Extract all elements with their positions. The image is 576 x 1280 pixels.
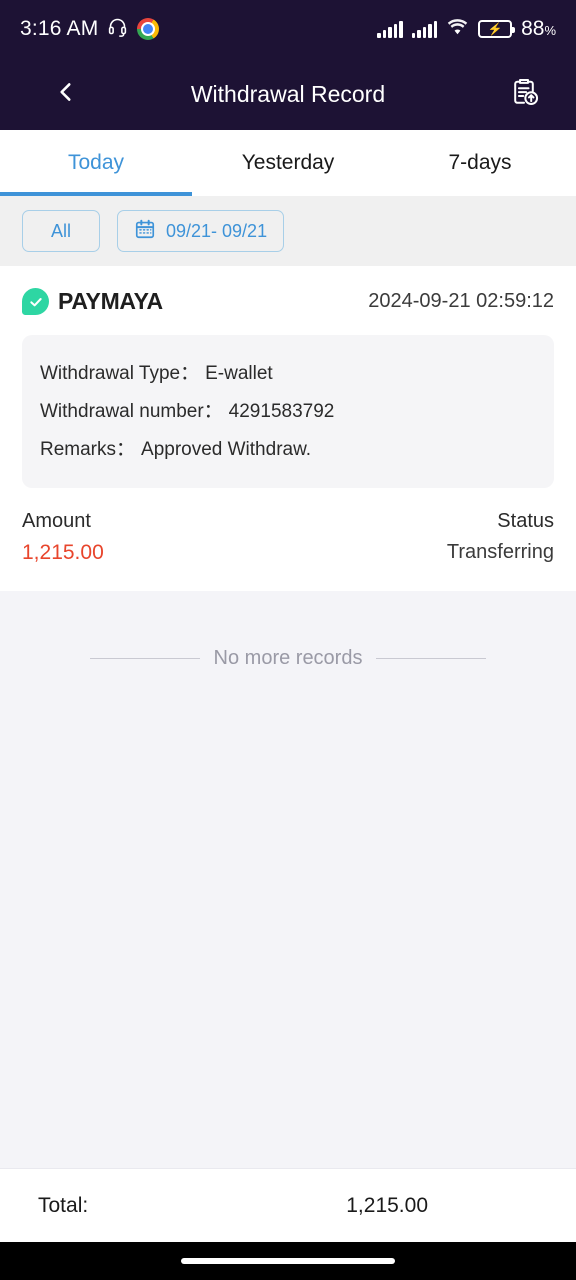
- status-bar-clock: 3:16 AM: [20, 17, 99, 40]
- divider-line-left: [89, 658, 200, 660]
- export-record-button[interactable]: [502, 72, 546, 116]
- detail-label: Withdrawal Type：: [40, 363, 200, 384]
- gesture-navigation-bar: [0, 1242, 576, 1280]
- battery-charging-icon: ⚡: [478, 20, 516, 38]
- record-timestamp: 2024-09-21 02:59:12: [368, 290, 554, 312]
- signal-bars-icon-sim1: [377, 20, 403, 38]
- filter-bar: All 09/21- 09/21: [0, 196, 576, 266]
- status-column: Status Transferring: [447, 510, 554, 565]
- app-bar: Withdrawal Record: [0, 58, 576, 130]
- records-scroll-area[interactable]: PAYMAYA 2024-09-21 02:59:12 Withdrawal T…: [0, 266, 576, 1168]
- payment-brand: PAYMAYA: [22, 288, 163, 315]
- amount-status-row: Amount 1,215.00 Status Transferring: [22, 510, 554, 565]
- tab-yesterday[interactable]: Yesterday: [192, 130, 384, 196]
- tab-7-days-label: 7-days: [448, 151, 512, 174]
- percent-symbol: %: [544, 23, 556, 38]
- status-bar: 3:16 AM ⚡ 88%: [0, 0, 576, 58]
- phone-screen: 3:16 AM ⚡ 88% Withdrawal Record Today Ye…: [0, 0, 576, 1280]
- date-range-chip[interactable]: 09/21- 09/21: [117, 210, 285, 252]
- record-header: PAYMAYA 2024-09-21 02:59:12: [22, 288, 554, 315]
- detail-row-withdrawal-number: Withdrawal number： 4291583792: [40, 393, 536, 431]
- total-value: 1,215.00: [346, 1193, 428, 1217]
- tab-today-label: Today: [67, 151, 125, 174]
- page-title: Withdrawal Record: [190, 80, 386, 107]
- amount-label: Amount: [22, 510, 91, 533]
- signal-bars-icon-sim2: [411, 20, 438, 38]
- tab-today[interactable]: Today: [0, 130, 192, 196]
- total-footer: Total: 1,215.00: [0, 1168, 576, 1242]
- back-button[interactable]: [46, 74, 86, 114]
- detail-label: Remarks：: [40, 438, 136, 460]
- divider-line-right: [376, 658, 487, 660]
- calendar-icon: [134, 218, 156, 245]
- detail-row-remarks: Remarks： Approved Withdraw.: [40, 431, 536, 469]
- detail-label: Withdrawal number：: [40, 400, 223, 422]
- amount-value: 1,215.00: [22, 541, 104, 565]
- period-tabs: Today Yesterday 7-days: [0, 130, 576, 196]
- end-of-list-label: No more records: [213, 647, 363, 670]
- amount-column: Amount 1,215.00: [22, 510, 104, 565]
- headphones-icon: [107, 16, 128, 42]
- home-gesture-pill[interactable]: [181, 1258, 395, 1264]
- status-badge: Transferring: [446, 541, 554, 564]
- total-label: Total:: [38, 1193, 89, 1217]
- detail-value: Approved Withdraw.: [141, 438, 312, 460]
- tab-yesterday-label: Yesterday: [241, 151, 335, 174]
- chevron-left-icon: [53, 79, 79, 110]
- battery-percent-value: 88: [521, 17, 545, 40]
- paymaya-logo-icon: [22, 288, 49, 315]
- payment-brand-label: PAYMAYA: [58, 288, 163, 314]
- withdrawal-record-item[interactable]: PAYMAYA 2024-09-21 02:59:12 Withdrawal T…: [0, 266, 576, 592]
- filter-all-chip[interactable]: All: [22, 210, 100, 252]
- date-range-label: 09/21- 09/21: [166, 220, 268, 241]
- battery-percent-label: 88%: [521, 17, 556, 41]
- detail-value: 4291583792: [228, 400, 335, 422]
- status-bar-right: ⚡ 88%: [377, 17, 556, 41]
- end-of-list-divider: No more records: [0, 591, 576, 670]
- chrome-icon: [137, 18, 160, 40]
- status-label: Status: [497, 510, 554, 533]
- wifi-icon: [446, 17, 469, 41]
- tab-7-days[interactable]: 7-days: [384, 130, 576, 196]
- clipboard-export-icon: [508, 76, 540, 113]
- filter-all-label: All: [50, 220, 71, 241]
- detail-value: E-wallet: [205, 363, 273, 384]
- status-bar-left: 3:16 AM: [20, 16, 160, 42]
- record-details: Withdrawal Type： E-wallet Withdrawal numb…: [22, 335, 554, 489]
- detail-row-withdrawal-type: Withdrawal Type： E-wallet: [40, 355, 536, 393]
